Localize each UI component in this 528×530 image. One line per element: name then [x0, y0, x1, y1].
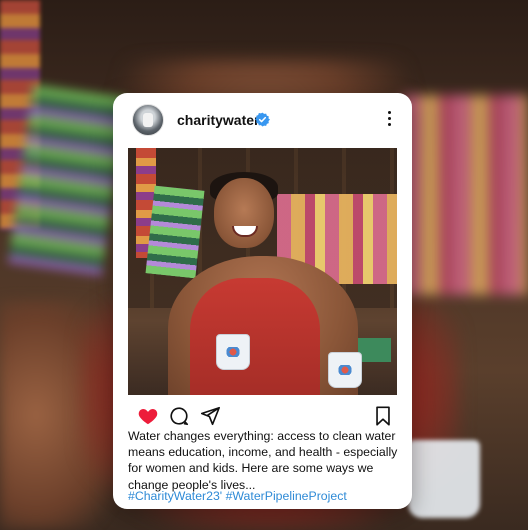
verified-badge-icon [255, 112, 270, 127]
post-caption: Water changes everything: access to clea… [128, 429, 398, 492]
bookmark-icon[interactable] [372, 405, 394, 427]
heart-icon[interactable] [137, 405, 159, 427]
post-hashtags[interactable]: #CharityWater23' #WaterPipelineProject [128, 489, 347, 503]
comment-icon[interactable] [168, 405, 190, 427]
more-options-icon[interactable] [388, 111, 392, 129]
send-icon[interactable] [199, 405, 221, 427]
username[interactable]: charitywater [177, 112, 259, 128]
avatar[interactable] [132, 104, 164, 136]
post-image [128, 148, 397, 395]
post-header: charitywater [113, 93, 412, 147]
post-card: charitywater Water changes everything: a… [113, 93, 412, 509]
